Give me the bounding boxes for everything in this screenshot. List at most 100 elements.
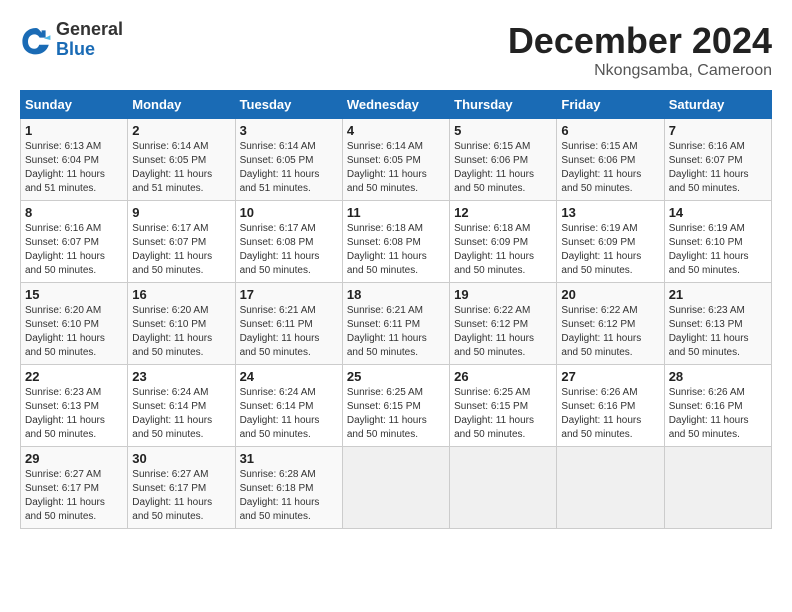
calendar-cell: 31 Sunrise: 6:28 AMSunset: 6:18 PMDaylig… xyxy=(235,447,342,529)
day-number: 25 xyxy=(347,369,445,384)
calendar-week-row: 29 Sunrise: 6:27 AMSunset: 6:17 PMDaylig… xyxy=(21,447,772,529)
day-info: Sunrise: 6:15 AMSunset: 6:06 PMDaylight:… xyxy=(561,140,659,196)
day-number: 20 xyxy=(561,287,659,302)
day-info: Sunrise: 6:16 AMSunset: 6:07 PMDaylight:… xyxy=(669,140,767,196)
month-title: December 2024 xyxy=(508,20,772,62)
day-number: 27 xyxy=(561,369,659,384)
calendar-cell: 7 Sunrise: 6:16 AMSunset: 6:07 PMDayligh… xyxy=(664,119,771,201)
calendar-header-row: SundayMondayTuesdayWednesdayThursdayFrid… xyxy=(21,91,772,119)
day-info: Sunrise: 6:28 AMSunset: 6:18 PMDaylight:… xyxy=(240,468,338,524)
day-info: Sunrise: 6:14 AMSunset: 6:05 PMDaylight:… xyxy=(132,140,230,196)
calendar-cell xyxy=(342,447,449,529)
weekday-header: Friday xyxy=(557,91,664,119)
calendar-cell: 18 Sunrise: 6:21 AMSunset: 6:11 PMDaylig… xyxy=(342,283,449,365)
calendar-cell: 19 Sunrise: 6:22 AMSunset: 6:12 PMDaylig… xyxy=(450,283,557,365)
calendar-cell: 17 Sunrise: 6:21 AMSunset: 6:11 PMDaylig… xyxy=(235,283,342,365)
calendar-cell: 27 Sunrise: 6:26 AMSunset: 6:16 PMDaylig… xyxy=(557,365,664,447)
day-number: 26 xyxy=(454,369,552,384)
day-info: Sunrise: 6:18 AMSunset: 6:08 PMDaylight:… xyxy=(347,222,445,278)
day-number: 5 xyxy=(454,123,552,138)
day-number: 10 xyxy=(240,205,338,220)
day-info: Sunrise: 6:23 AMSunset: 6:13 PMDaylight:… xyxy=(669,304,767,360)
day-info: Sunrise: 6:21 AMSunset: 6:11 PMDaylight:… xyxy=(240,304,338,360)
calendar-cell: 30 Sunrise: 6:27 AMSunset: 6:17 PMDaylig… xyxy=(128,447,235,529)
day-info: Sunrise: 6:21 AMSunset: 6:11 PMDaylight:… xyxy=(347,304,445,360)
day-number: 31 xyxy=(240,451,338,466)
weekday-header: Saturday xyxy=(664,91,771,119)
calendar-cell: 2 Sunrise: 6:14 AMSunset: 6:05 PMDayligh… xyxy=(128,119,235,201)
title-section: December 2024 Nkongsamba, Cameroon xyxy=(508,20,772,80)
weekday-header: Thursday xyxy=(450,91,557,119)
day-info: Sunrise: 6:27 AMSunset: 6:17 PMDaylight:… xyxy=(25,468,123,524)
logo-text: General Blue xyxy=(56,20,123,60)
calendar-cell: 9 Sunrise: 6:17 AMSunset: 6:07 PMDayligh… xyxy=(128,201,235,283)
page-header: General Blue December 2024 Nkongsamba, C… xyxy=(20,20,772,80)
day-info: Sunrise: 6:19 AMSunset: 6:10 PMDaylight:… xyxy=(669,222,767,278)
calendar-cell: 13 Sunrise: 6:19 AMSunset: 6:09 PMDaylig… xyxy=(557,201,664,283)
location: Nkongsamba, Cameroon xyxy=(508,62,772,80)
logo: General Blue xyxy=(20,20,123,60)
calendar-cell: 21 Sunrise: 6:23 AMSunset: 6:13 PMDaylig… xyxy=(664,283,771,365)
logo-blue-text: Blue xyxy=(56,40,123,60)
calendar-cell: 20 Sunrise: 6:22 AMSunset: 6:12 PMDaylig… xyxy=(557,283,664,365)
logo-general-text: General xyxy=(56,20,123,40)
weekday-header: Sunday xyxy=(21,91,128,119)
day-number: 29 xyxy=(25,451,123,466)
day-number: 12 xyxy=(454,205,552,220)
day-info: Sunrise: 6:27 AMSunset: 6:17 PMDaylight:… xyxy=(132,468,230,524)
day-info: Sunrise: 6:14 AMSunset: 6:05 PMDaylight:… xyxy=(347,140,445,196)
day-number: 23 xyxy=(132,369,230,384)
calendar-cell: 29 Sunrise: 6:27 AMSunset: 6:17 PMDaylig… xyxy=(21,447,128,529)
calendar-cell: 24 Sunrise: 6:24 AMSunset: 6:14 PMDaylig… xyxy=(235,365,342,447)
day-info: Sunrise: 6:22 AMSunset: 6:12 PMDaylight:… xyxy=(561,304,659,360)
day-number: 4 xyxy=(347,123,445,138)
calendar-cell: 1 Sunrise: 6:13 AMSunset: 6:04 PMDayligh… xyxy=(21,119,128,201)
day-info: Sunrise: 6:26 AMSunset: 6:16 PMDaylight:… xyxy=(561,386,659,442)
day-info: Sunrise: 6:18 AMSunset: 6:09 PMDaylight:… xyxy=(454,222,552,278)
day-number: 18 xyxy=(347,287,445,302)
day-info: Sunrise: 6:17 AMSunset: 6:08 PMDaylight:… xyxy=(240,222,338,278)
day-info: Sunrise: 6:26 AMSunset: 6:16 PMDaylight:… xyxy=(669,386,767,442)
day-info: Sunrise: 6:16 AMSunset: 6:07 PMDaylight:… xyxy=(25,222,123,278)
calendar-cell: 5 Sunrise: 6:15 AMSunset: 6:06 PMDayligh… xyxy=(450,119,557,201)
day-info: Sunrise: 6:13 AMSunset: 6:04 PMDaylight:… xyxy=(25,140,123,196)
weekday-header: Tuesday xyxy=(235,91,342,119)
calendar-cell: 23 Sunrise: 6:24 AMSunset: 6:14 PMDaylig… xyxy=(128,365,235,447)
day-info: Sunrise: 6:14 AMSunset: 6:05 PMDaylight:… xyxy=(240,140,338,196)
day-info: Sunrise: 6:23 AMSunset: 6:13 PMDaylight:… xyxy=(25,386,123,442)
calendar-week-row: 15 Sunrise: 6:20 AMSunset: 6:10 PMDaylig… xyxy=(21,283,772,365)
calendar-cell: 15 Sunrise: 6:20 AMSunset: 6:10 PMDaylig… xyxy=(21,283,128,365)
day-number: 21 xyxy=(669,287,767,302)
day-number: 28 xyxy=(669,369,767,384)
calendar-cell: 22 Sunrise: 6:23 AMSunset: 6:13 PMDaylig… xyxy=(21,365,128,447)
day-number: 6 xyxy=(561,123,659,138)
calendar-cell: 11 Sunrise: 6:18 AMSunset: 6:08 PMDaylig… xyxy=(342,201,449,283)
calendar-cell xyxy=(664,447,771,529)
day-number: 19 xyxy=(454,287,552,302)
day-info: Sunrise: 6:15 AMSunset: 6:06 PMDaylight:… xyxy=(454,140,552,196)
day-number: 15 xyxy=(25,287,123,302)
calendar-cell: 26 Sunrise: 6:25 AMSunset: 6:15 PMDaylig… xyxy=(450,365,557,447)
day-info: Sunrise: 6:20 AMSunset: 6:10 PMDaylight:… xyxy=(25,304,123,360)
day-number: 9 xyxy=(132,205,230,220)
day-number: 8 xyxy=(25,205,123,220)
calendar-cell: 25 Sunrise: 6:25 AMSunset: 6:15 PMDaylig… xyxy=(342,365,449,447)
day-number: 14 xyxy=(669,205,767,220)
day-info: Sunrise: 6:19 AMSunset: 6:09 PMDaylight:… xyxy=(561,222,659,278)
calendar-week-row: 8 Sunrise: 6:16 AMSunset: 6:07 PMDayligh… xyxy=(21,201,772,283)
day-number: 11 xyxy=(347,205,445,220)
day-number: 17 xyxy=(240,287,338,302)
weekday-header: Monday xyxy=(128,91,235,119)
day-number: 7 xyxy=(669,123,767,138)
day-number: 16 xyxy=(132,287,230,302)
calendar-cell: 28 Sunrise: 6:26 AMSunset: 6:16 PMDaylig… xyxy=(664,365,771,447)
logo-icon xyxy=(20,24,52,56)
calendar-week-row: 22 Sunrise: 6:23 AMSunset: 6:13 PMDaylig… xyxy=(21,365,772,447)
calendar-cell: 3 Sunrise: 6:14 AMSunset: 6:05 PMDayligh… xyxy=(235,119,342,201)
day-info: Sunrise: 6:22 AMSunset: 6:12 PMDaylight:… xyxy=(454,304,552,360)
day-info: Sunrise: 6:24 AMSunset: 6:14 PMDaylight:… xyxy=(132,386,230,442)
day-info: Sunrise: 6:25 AMSunset: 6:15 PMDaylight:… xyxy=(454,386,552,442)
calendar-cell xyxy=(450,447,557,529)
day-info: Sunrise: 6:25 AMSunset: 6:15 PMDaylight:… xyxy=(347,386,445,442)
calendar-cell: 8 Sunrise: 6:16 AMSunset: 6:07 PMDayligh… xyxy=(21,201,128,283)
